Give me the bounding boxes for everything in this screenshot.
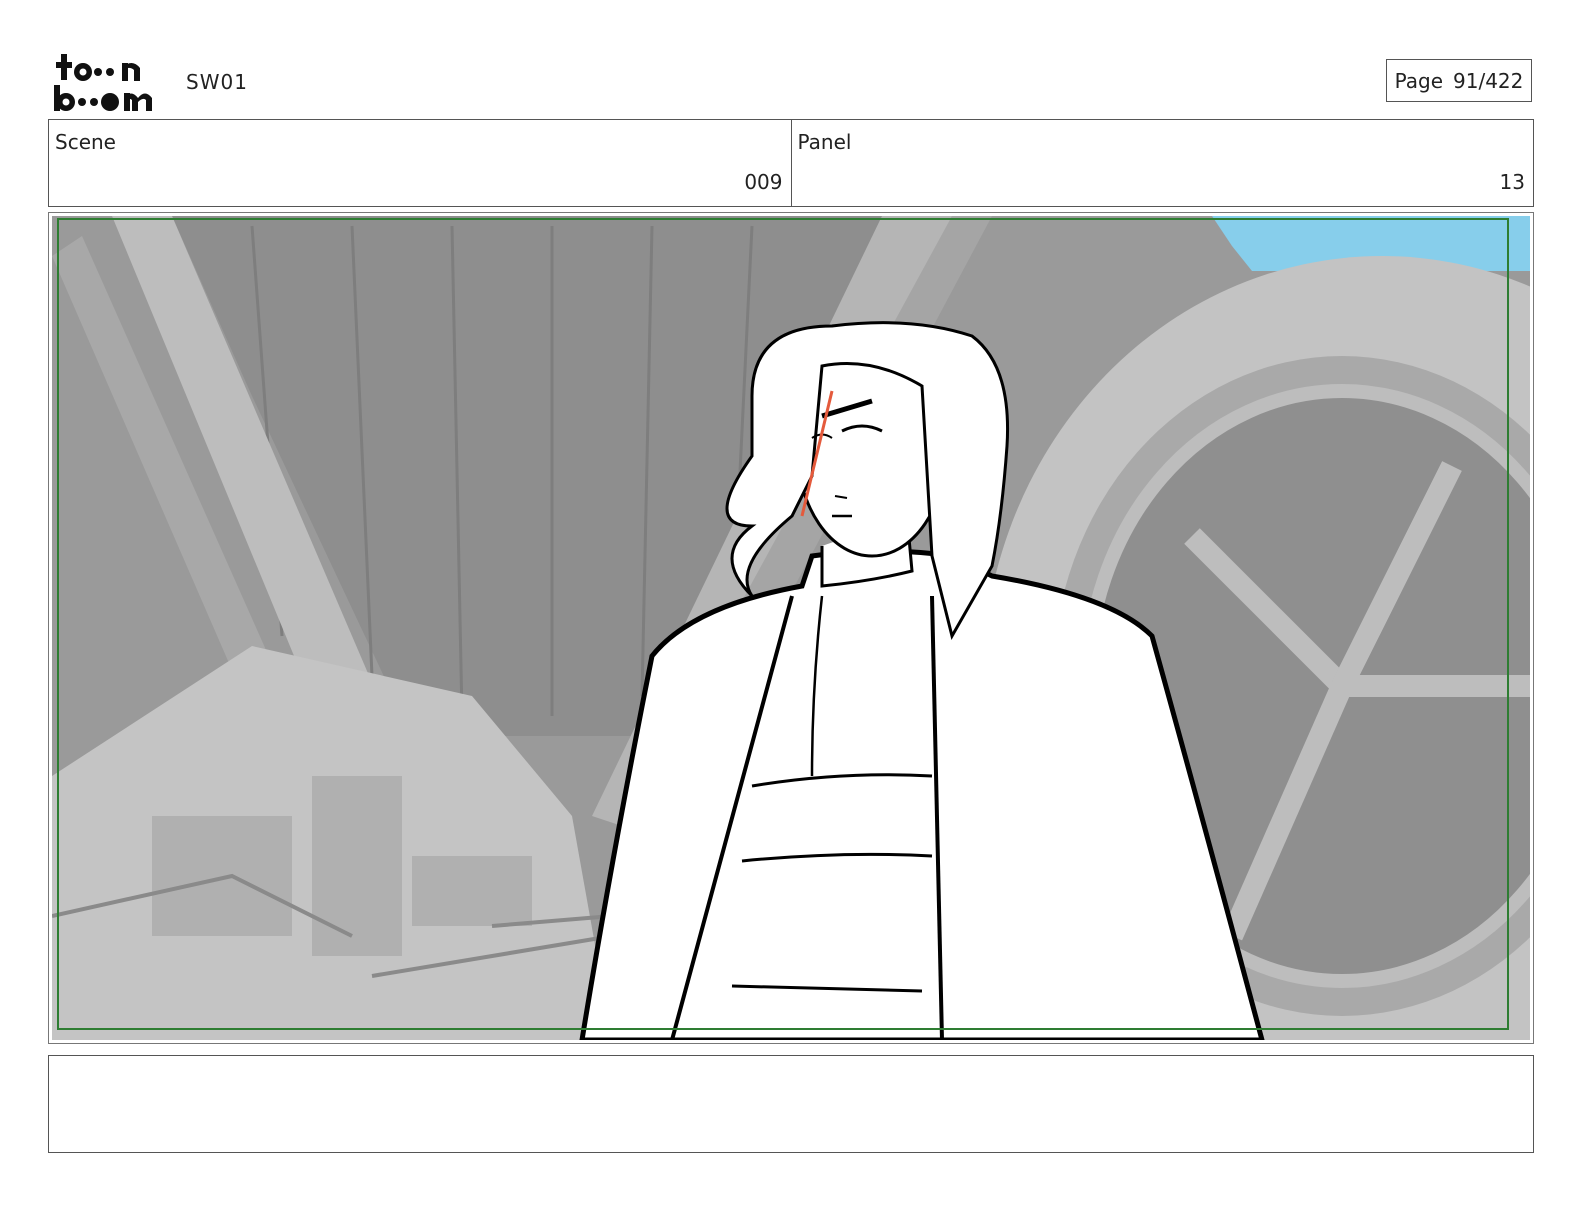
page-label: Page (1394, 68, 1444, 93)
panel-cell: Panel 13 (790, 120, 1534, 206)
project-code: SW01 (186, 70, 248, 94)
page-number: 91/422 (1453, 68, 1524, 93)
panel-label: Panel (797, 130, 852, 154)
page-indicator: Page 91/422 (1386, 59, 1532, 102)
toonboom-logo (54, 54, 152, 111)
notes-box (48, 1055, 1534, 1153)
storyboard-frame (52, 216, 1530, 1040)
panel-number: 13 (1499, 170, 1525, 194)
scene-panel-info: Scene 009 Panel 13 (48, 119, 1534, 207)
scene-label: Scene (55, 130, 116, 154)
scene-cell: Scene 009 (49, 120, 791, 206)
storyboard-drawing (52, 216, 1530, 1040)
scene-number: 009 (744, 170, 783, 194)
